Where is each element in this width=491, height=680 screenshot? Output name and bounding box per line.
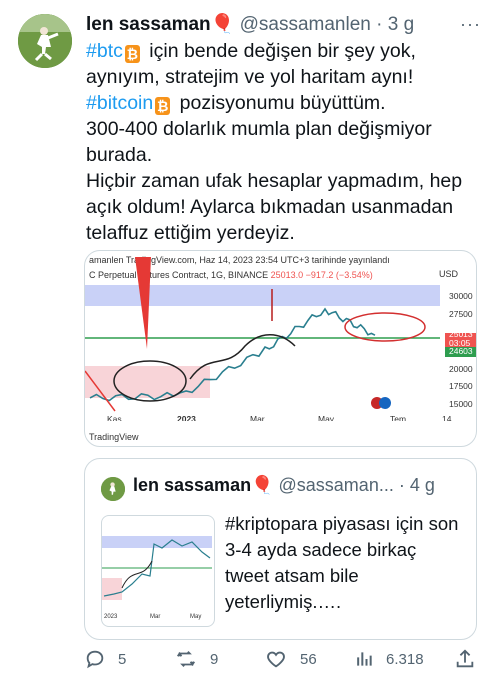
reply-icon <box>86 650 104 669</box>
tweet-actions: 5 9 56 6.318 <box>84 648 481 674</box>
tweet-time[interactable]: 3 g <box>388 14 414 35</box>
quoted-author-avatar <box>101 477 125 501</box>
y-tick-label: 30000 <box>449 291 473 301</box>
retweet-button[interactable]: 9 <box>174 648 218 670</box>
views-count: 6.318 <box>386 650 424 668</box>
thumb-tick: Mar <box>150 614 160 620</box>
reply-count: 5 <box>118 650 127 668</box>
tweet-line-3: 300-400 dolarlık mumla plan değişmiyor b… <box>86 118 432 166</box>
retweet-icon <box>176 651 196 667</box>
tradingview-watermark: TradingView <box>89 432 139 442</box>
quoted-tweet[interactable]: len sassaman🎈 @sassaman... · 4 g 2023 Ma… <box>84 458 477 640</box>
retweet-count: 9 <box>210 650 219 668</box>
flag-icon <box>379 397 391 409</box>
avatar-image <box>101 477 125 501</box>
quoted-chart-thumbnail: 2023 Mar May <box>101 515 215 627</box>
quoted-tweet-text: #kriptopara piyasası için son 3-4 ayda s… <box>225 513 459 612</box>
author-name[interactable]: len sassaman <box>86 14 211 35</box>
price-chart: 30000275002501303:0524603200001750015000… <box>85 257 476 421</box>
quoted-tweet-header: len sassaman🎈 @sassaman... · 4 g <box>133 475 435 496</box>
y-tick-label: 20000 <box>449 364 473 374</box>
hashtag-btc[interactable]: #btc <box>86 40 123 62</box>
bitcoin-emoji-icon: ₿ <box>124 45 140 63</box>
y-tick-label: 15000 <box>449 399 473 409</box>
tweet-header: len sassaman🎈 @sassamanlen · 3 g <box>86 12 481 38</box>
x-tick-label: Kas <box>107 414 122 421</box>
thumb-tick: May <box>190 614 201 620</box>
more-options-icon[interactable]: ··· <box>460 14 481 35</box>
avatar-image <box>18 14 72 68</box>
y-tick-label: 17500 <box>449 381 473 391</box>
resistance-zone <box>85 285 440 306</box>
balloon-emoji: 🎈 <box>251 475 274 495</box>
author-avatar[interactable] <box>18 14 72 68</box>
x-tick-label: Tem <box>390 414 406 421</box>
tweet-line-4: Hiçbir zaman ufak hesaplar yapmadım, hep… <box>86 170 463 244</box>
author-handle[interactable]: @sassamanlen <box>240 14 371 35</box>
tweet-line-2: pozisyonumu büyüttüm. <box>179 92 386 114</box>
y-tick-label: 27500 <box>449 309 473 319</box>
quoted-author-name: len sassaman <box>133 475 252 495</box>
separator: · <box>376 14 383 35</box>
chart-image[interactable]: amanlen TradingView.com, Haz 14, 2023 23… <box>84 250 477 447</box>
thumbnail-chart: 2023 Mar May <box>102 536 212 620</box>
share-button[interactable] <box>454 648 488 670</box>
x-tick-label: May <box>318 414 335 421</box>
share-icon <box>456 649 474 668</box>
thumb-tick: 2023 <box>104 614 118 620</box>
views-button[interactable]: 6.318 <box>354 648 424 670</box>
y-tick-label: 24603 <box>449 346 473 356</box>
x-tick-label: Mar <box>250 414 265 421</box>
like-button[interactable]: 56 <box>264 648 317 670</box>
buy-zone <box>85 366 210 398</box>
like-count: 56 <box>300 650 317 668</box>
separator: · <box>398 475 405 495</box>
x-tick-label: 14 <box>442 414 452 421</box>
tweet-text: #btc ₿ için bende değişen bir şey yok, ay… <box>86 38 484 246</box>
bitcoin-emoji-icon: ₿ <box>155 97 171 115</box>
x-tick-label: 2023 <box>177 414 196 421</box>
hashtag-bitcoin[interactable]: #bitcoin <box>86 92 153 114</box>
reply-button[interactable]: 5 <box>84 648 126 670</box>
quoted-author-handle: @sassaman... <box>278 475 394 495</box>
heart-icon <box>267 651 285 668</box>
quoted-tweet-time: 4 g <box>409 475 435 495</box>
views-icon <box>357 652 372 666</box>
balloon-emoji: 🎈 <box>210 14 235 35</box>
